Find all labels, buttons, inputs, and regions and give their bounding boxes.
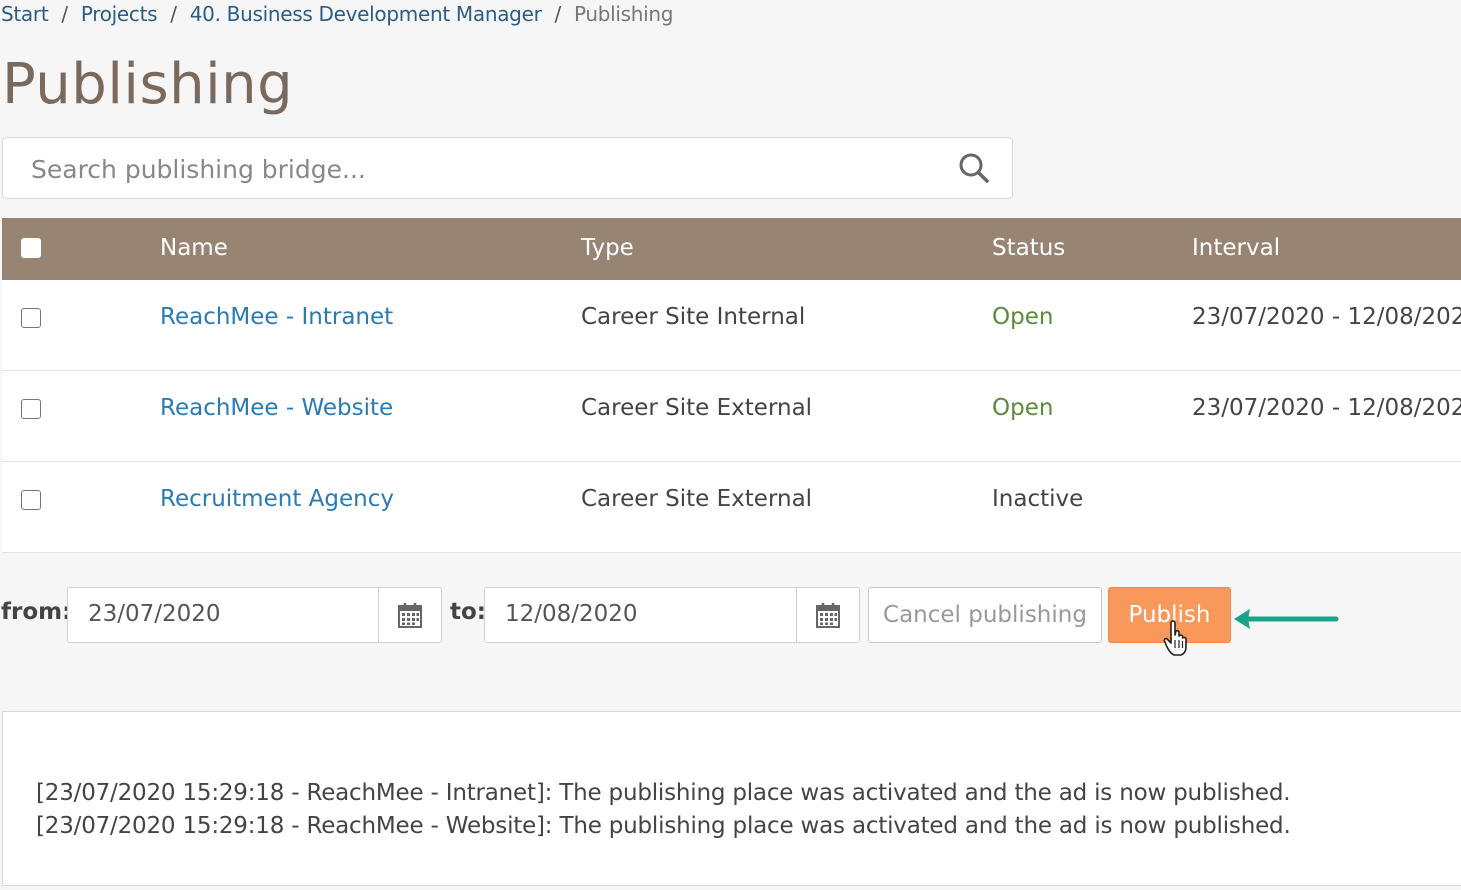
column-header-name[interactable]: Name [160,235,228,261]
log-entry: [23/07/2020 15:29:18 - ReachMee - Websit… [36,813,1291,839]
page-title: Publishing [2,52,294,117]
column-header-interval[interactable]: Interval [1192,235,1280,261]
column-header-type[interactable]: Type [581,235,634,261]
from-calendar-button[interactable] [378,588,441,642]
cancel-publishing-button[interactable]: Cancel publishing [868,587,1102,643]
to-label: to: [450,599,486,625]
type-cell: Career Site External [581,395,813,421]
breadcrumb-separator: / [61,2,68,26]
from-date-value[interactable]: 23/07/2020 [88,601,221,627]
status-cell: Inactive [992,486,1084,512]
publishing-page: Start / Projects / 40. Business Development … [0,0,1461,890]
row-checkbox-cell [21,490,41,510]
breadcrumb-separator: / [170,2,177,26]
log-entry: [23/07/2020 15:29:18 - ReachMee - Intran… [36,780,1291,806]
annotation-arrow-icon [1234,609,1339,629]
search-input[interactable] [29,146,933,192]
publishing-table: Name Type Status Interval ReachMee - Int… [2,218,1461,553]
select-all-cell [21,238,41,258]
type-cell: Career Site Internal [581,304,806,330]
table-header: Name Type Status Interval [2,218,1461,280]
breadcrumb-projects[interactable]: Projects [81,2,158,26]
table-row: ReachMee - Website Career Site External … [2,371,1461,462]
status-cell: Open [992,304,1054,330]
status-cell: Open [992,395,1054,421]
select-all-checkbox[interactable] [21,238,41,258]
from-date-field[interactable]: 23/07/2020 [67,587,442,643]
to-calendar-button[interactable] [796,588,859,642]
breadcrumb: Start / Projects / 40. Business Development … [1,0,673,28]
breadcrumb-project[interactable]: 40. Business Development Manager [190,2,542,26]
column-header-status[interactable]: Status [992,235,1065,261]
to-date-value[interactable]: 12/08/2020 [505,601,638,627]
publishing-place-link[interactable]: Recruitment Agency [160,486,394,512]
search-box [2,137,1013,199]
table-row: Recruitment Agency Career Site External … [2,462,1461,553]
search-icon[interactable] [958,152,990,184]
hand-cursor-icon [1163,620,1187,656]
row-checkbox-cell [21,399,41,419]
publishing-place-link[interactable]: ReachMee - Intranet [160,304,393,330]
breadcrumb-separator: / [554,2,562,26]
from-label: from: [1,599,72,625]
type-cell: Career Site External [581,486,813,512]
publishing-log: [23/07/2020 15:29:18 - ReachMee - Intran… [2,711,1461,886]
interval-cell: 23/07/2020 - 12/08/2020 [1192,395,1461,421]
publishing-place-link[interactable]: ReachMee - Website [160,395,393,421]
calendar-icon [816,603,840,628]
calendar-icon [398,603,422,628]
interval-cell: 23/07/2020 - 12/08/2020 [1192,304,1461,330]
breadcrumb-start[interactable]: Start [1,2,49,26]
breadcrumb-current: Publishing [573,2,674,26]
row-checkbox-cell [21,308,41,328]
to-date-field[interactable]: 12/08/2020 [484,587,860,643]
row-checkbox[interactable] [21,399,41,419]
row-checkbox[interactable] [21,308,41,328]
table-row: ReachMee - Intranet Career Site Internal… [2,280,1461,371]
row-checkbox[interactable] [21,490,41,510]
